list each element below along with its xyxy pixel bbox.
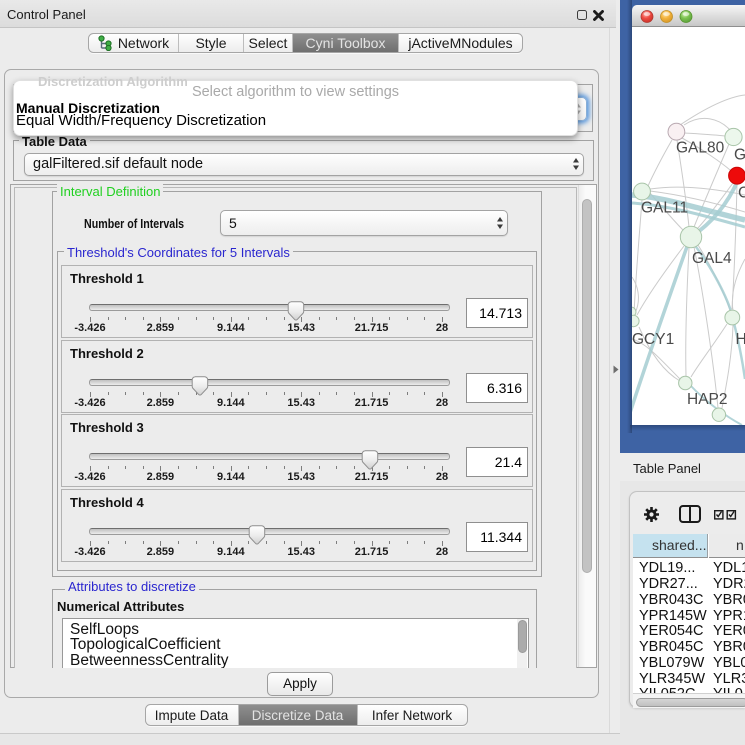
- svg-text:HAP2: HAP2: [687, 391, 728, 408]
- svg-text:GCY1: GCY1: [632, 331, 674, 348]
- svg-text:GAL80: GAL80: [676, 140, 725, 157]
- svg-text:C: C: [738, 185, 745, 202]
- svg-text:GA: GA: [734, 147, 745, 164]
- svg-text:GAL4: GAL4: [692, 250, 732, 267]
- svg-text:GAL11: GAL11: [641, 200, 688, 217]
- svg-text:H: H: [736, 331, 745, 348]
